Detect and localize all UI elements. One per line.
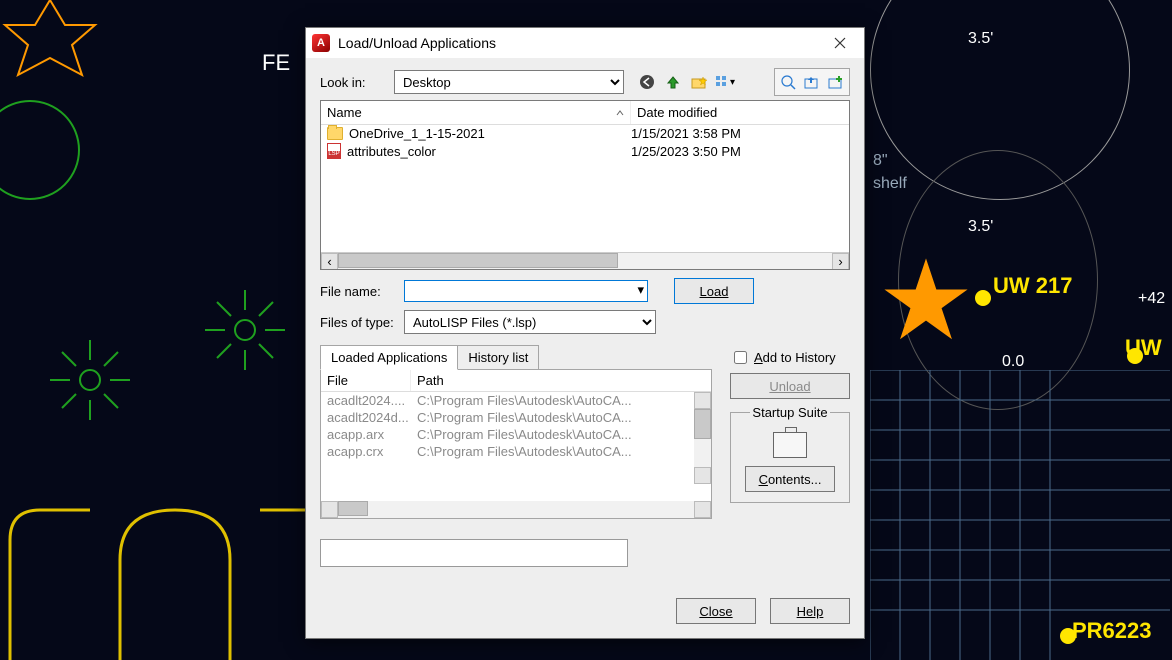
folder-star-icon (691, 74, 707, 90)
close-window-button[interactable] (822, 30, 858, 56)
scroll-thumb[interactable] (338, 253, 618, 268)
help-button[interactable]: Help (770, 598, 850, 624)
loaded-file-name: acadlt2024.... (327, 393, 417, 408)
filetype-label: Files of type: (320, 315, 398, 330)
scroll-right-button[interactable]: › (832, 253, 849, 270)
folder-icon (327, 127, 343, 140)
loaded-file-path: C:\Program Files\Autodesk\AutoCA... (417, 444, 705, 459)
scroll-down-button[interactable] (694, 467, 711, 484)
file-list-header: Name Date modified (321, 101, 849, 125)
cad-arches (0, 480, 330, 660)
dot-marker (1127, 348, 1143, 364)
starburst-icon (30, 320, 150, 440)
back-icon (639, 74, 655, 90)
autocad-app-icon: A (312, 34, 330, 52)
date-column-header[interactable]: Date modified (631, 101, 849, 124)
briefcase-icon (773, 432, 807, 458)
add-favorite-button[interactable] (801, 71, 823, 93)
loaded-app-row[interactable]: acadlt2024d...C:\Program Files\Autodesk\… (321, 409, 711, 426)
loaded-applications-list: File Path acadlt2024....C:\Program Files… (320, 369, 712, 519)
view-grid-icon (715, 75, 727, 89)
contents-button[interactable]: Contents... (745, 466, 835, 492)
up-one-level-button[interactable] (662, 71, 684, 93)
scroll-left-button[interactable]: ‹ (321, 253, 338, 270)
loaded-app-row[interactable]: acadlt2024....C:\Program Files\Autodesk\… (321, 392, 711, 409)
globe-search-icon (780, 74, 796, 90)
filename-label: File name: (320, 284, 398, 299)
scroll-track[interactable] (338, 501, 694, 518)
tab-history-list[interactable]: History list (457, 345, 539, 370)
starburst-icon (866, 240, 986, 360)
search-web-button[interactable] (777, 71, 799, 93)
file-row[interactable]: OneDrive_1_1-15-2021 1/15/2021 3:58 PM (321, 125, 849, 142)
add-to-history-checkbox[interactable] (734, 351, 747, 364)
scroll-track[interactable] (694, 409, 711, 467)
loaded-file-name: acapp.crx (327, 444, 417, 459)
add-to-favorites-button[interactable] (825, 71, 847, 93)
titlebar: A Load/Unload Applications (306, 28, 864, 58)
look-in-label: Look in: (320, 75, 388, 90)
text-label: FE (262, 50, 290, 76)
starburst-icon (185, 270, 305, 390)
horizontal-scrollbar[interactable]: ‹ › (321, 252, 849, 269)
file-browser-list: Name Date modified OneDrive_1_1-15-2021 1… (320, 100, 850, 270)
close-icon (834, 37, 846, 49)
startup-suite-group: Startup Suite Contents... (730, 405, 850, 503)
scroll-right-button[interactable] (694, 501, 711, 518)
vertical-scrollbar[interactable] (694, 392, 711, 484)
loaded-file-path: C:\Program Files\Autodesk\AutoCA... (417, 393, 705, 408)
scroll-thumb[interactable] (694, 409, 711, 439)
text-label: +42 (1138, 290, 1165, 308)
name-column-header[interactable]: Name (321, 101, 631, 124)
tab-loaded-applications[interactable]: Loaded Applications (320, 345, 458, 370)
lisp-file-icon (327, 143, 341, 159)
file-name: attributes_color (347, 144, 436, 159)
loaded-file-name: acapp.arx (327, 427, 417, 442)
view-menu-button[interactable] (714, 71, 736, 93)
filename-input[interactable] (404, 280, 648, 302)
status-bar (320, 539, 628, 567)
file-date: 1/25/2023 3:50 PM (631, 144, 843, 159)
scroll-track[interactable] (338, 253, 832, 270)
cad-circle (0, 100, 80, 200)
back-button[interactable] (636, 71, 658, 93)
loaded-file-path: C:\Program Files\Autodesk\AutoCA... (417, 410, 705, 425)
startup-suite-legend: Startup Suite (750, 405, 829, 420)
sort-asc-icon (616, 109, 624, 117)
horizontal-scrollbar[interactable] (321, 501, 711, 518)
folder-plus-icon (828, 74, 844, 90)
look-in-select[interactable]: Desktop (394, 70, 624, 94)
dialog-title: Load/Unload Applications (338, 35, 822, 51)
scroll-left-button[interactable] (321, 501, 338, 518)
path-column-header[interactable]: Path (411, 370, 711, 391)
load-button[interactable]: Load (674, 278, 754, 304)
file-column-header[interactable]: File (321, 370, 411, 391)
file-name: OneDrive_1_1-15-2021 (349, 126, 485, 141)
grid-hatch (870, 370, 1170, 660)
text-label: shelf (873, 175, 907, 193)
starburst-icon (0, 0, 130, 110)
filetype-select[interactable]: AutoLISP Files (*.lsp) (404, 310, 656, 334)
loaded-file-name: acadlt2024d... (327, 410, 417, 425)
new-folder-button[interactable] (688, 71, 710, 93)
add-to-history-label: Add to History (754, 350, 836, 365)
folder-arrow-icon (804, 74, 820, 90)
dimension-label: 8" (873, 152, 888, 170)
load-unload-applications-dialog: A Load/Unload Applications Look in: Desk… (305, 27, 865, 639)
loaded-app-row[interactable]: acapp.arxC:\Program Files\Autodesk\AutoC… (321, 426, 711, 443)
scroll-thumb[interactable] (338, 501, 368, 516)
web-location-toolbar (774, 68, 850, 96)
file-row[interactable]: attributes_color 1/25/2023 3:50 PM (321, 142, 849, 160)
add-to-history-checkbox-row[interactable]: Add to History (730, 348, 850, 367)
close-button[interactable]: Close (676, 598, 756, 624)
up-arrow-icon (665, 74, 681, 90)
file-date: 1/15/2021 3:58 PM (631, 126, 843, 141)
loaded-app-row[interactable]: acapp.crxC:\Program Files\Autodesk\AutoC… (321, 443, 711, 460)
loaded-file-path: C:\Program Files\Autodesk\AutoCA... (417, 427, 705, 442)
scroll-up-button[interactable] (694, 392, 711, 409)
unload-button[interactable]: Unload (730, 373, 850, 399)
